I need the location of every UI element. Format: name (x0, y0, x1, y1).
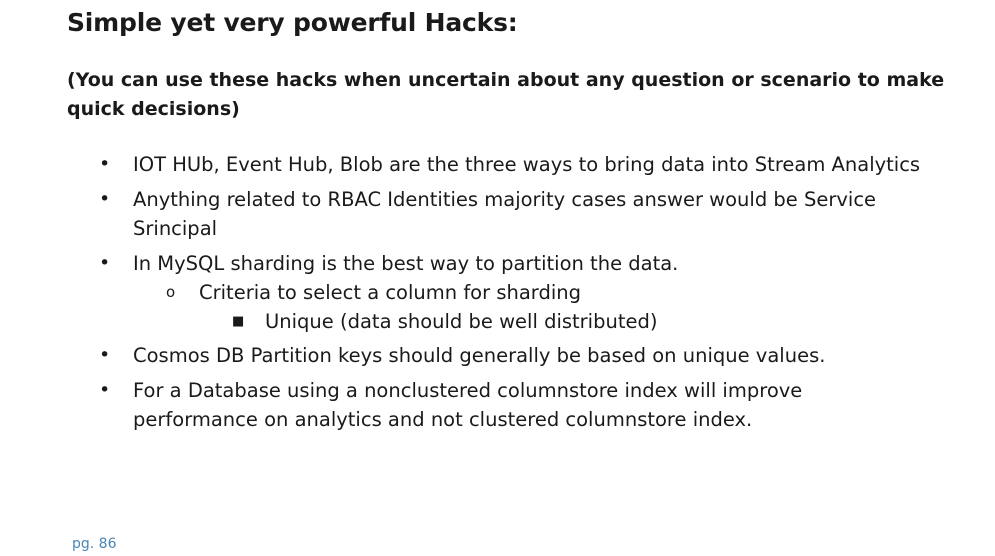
bullet-dot-icon: • (99, 188, 111, 210)
list-item: • For a Database using a nonclustered co… (0, 376, 933, 434)
sub-sub-list-item-text: Unique (data should be well distributed) (265, 310, 658, 333)
bullet-dot-icon: • (99, 344, 111, 366)
list-item: • Cosmos DB Partition keys should genera… (0, 341, 933, 370)
list-item-text: IOT HUb, Event Hub, Blob are the three w… (133, 153, 921, 176)
page-title: Simple yet very powerful Hacks: (67, 8, 518, 37)
list-item-text: Cosmos DB Partition keys should generall… (133, 344, 826, 367)
sub-sub-list-item: ■ Unique (data should be well distribute… (0, 307, 915, 336)
sub-list-item-text: Criteria to select a column for sharding (199, 281, 582, 304)
sub-list-item: o Criteria to select a column for shardi… (0, 278, 899, 307)
page-number: pg. 86 (72, 536, 117, 552)
bullet-dot-icon: • (99, 153, 111, 175)
list-item-text: Anything related to RBAC Identities majo… (133, 188, 877, 240)
bullet-dot-icon: • (99, 379, 111, 401)
list-item-text: In MySQL sharding is the best way to par… (133, 252, 679, 275)
document-page: Simple yet very powerful Hacks: (You can… (0, 0, 995, 556)
list-item: • IOT HUb, Event Hub, Blob are the three… (0, 150, 933, 179)
list-item-text: For a Database using a nonclustered colu… (133, 379, 803, 431)
list-item: • In MySQL sharding is the best way to p… (0, 249, 933, 278)
bullet-circle-icon: o (166, 283, 176, 301)
page-subtitle: (You can use these hacks when uncertain … (67, 69, 945, 120)
hacks-list: • IOT HUb, Event Hub, Blob are the three… (0, 150, 995, 440)
bullet-dot-icon: • (99, 252, 111, 274)
list-item: • Anything related to RBAC Identities ma… (0, 185, 933, 243)
bullet-square-icon: ■ (232, 314, 245, 329)
